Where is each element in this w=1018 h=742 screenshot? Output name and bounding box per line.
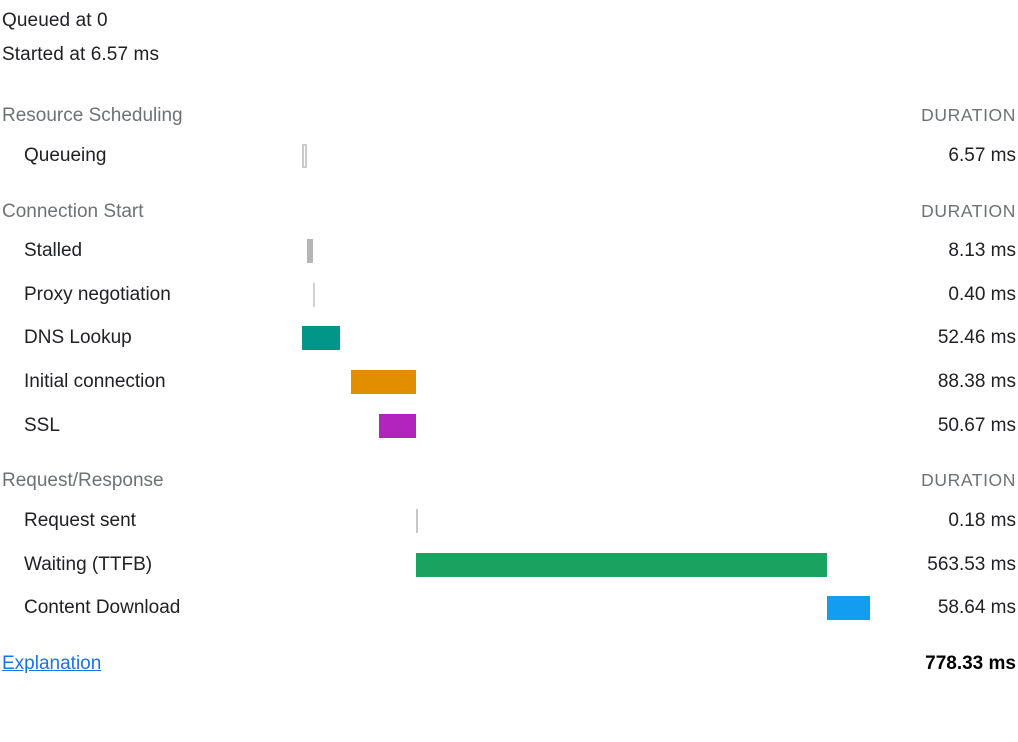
- total-duration: 778.33 ms: [925, 651, 1016, 677]
- phase-bar: [416, 509, 418, 533]
- phase-bar-track: [302, 283, 870, 307]
- phase-duration: 6.57 ms: [870, 143, 1016, 169]
- phase-bar: [302, 144, 307, 168]
- phase-duration: 52.46 ms: [870, 325, 1016, 351]
- phase-bar: [379, 414, 416, 438]
- phase-label: Proxy negotiation: [2, 282, 302, 308]
- row-request-sent: Request sent 0.18 ms: [2, 508, 1016, 534]
- phase-duration: 58.64 ms: [870, 595, 1016, 621]
- phase-bar-track: [302, 144, 870, 168]
- phase-bar: [302, 326, 340, 350]
- phase-duration: 8.13 ms: [870, 238, 1016, 264]
- section-request-response: Request/Response DURATION Request sent 0…: [2, 468, 1016, 621]
- phase-duration: 563.53 ms: [870, 552, 1016, 578]
- phase-bar-track: [302, 596, 870, 620]
- section-title: Resource Scheduling: [2, 103, 183, 129]
- row-initial-connection: Initial connection 88.38 ms: [2, 369, 1016, 395]
- phase-bar: [351, 370, 415, 394]
- timing-footer: Explanation 778.33 ms: [2, 651, 1016, 677]
- phase-bar-track: [302, 509, 870, 533]
- section-header: Request/Response DURATION: [2, 468, 1016, 494]
- explanation-link[interactable]: Explanation: [2, 651, 101, 677]
- phase-bar-track: [302, 414, 870, 438]
- phase-bar: [307, 239, 313, 263]
- phase-label: Queueing: [2, 143, 302, 169]
- duration-header-label: DURATION: [921, 200, 1016, 224]
- section-resource-scheduling: Resource Scheduling DURATION Queueing 6.…: [2, 103, 1016, 168]
- phase-label: Waiting (TTFB): [2, 552, 302, 578]
- timing-panel: Queued at 0 Started at 6.57 ms Resource …: [0, 0, 1018, 677]
- row-queueing: Queueing 6.57 ms: [2, 143, 1016, 169]
- phase-label: DNS Lookup: [2, 325, 302, 351]
- row-dns-lookup: DNS Lookup 52.46 ms: [2, 325, 1016, 351]
- phase-label: Request sent: [2, 508, 302, 534]
- phase-duration: 0.18 ms: [870, 508, 1016, 534]
- phase-label: Stalled: [2, 238, 302, 264]
- section-header: Connection Start DURATION: [2, 199, 1016, 225]
- section-connection-start: Connection Start DURATION Stalled 8.13 m…: [2, 199, 1016, 439]
- phase-bar: [827, 596, 870, 620]
- phase-bar-track: [302, 370, 870, 394]
- section-title: Connection Start: [2, 199, 144, 225]
- row-stalled: Stalled 8.13 ms: [2, 238, 1016, 264]
- duration-header-label: DURATION: [921, 104, 1016, 128]
- phase-duration: 50.67 ms: [870, 413, 1016, 439]
- phase-bar: [313, 283, 315, 307]
- phase-bar-track: [302, 553, 870, 577]
- row-content-download: Content Download 58.64 ms: [2, 595, 1016, 621]
- phase-bar-track: [302, 239, 870, 263]
- row-proxy-negotiation: Proxy negotiation 0.40 ms: [2, 282, 1016, 308]
- queued-at-line: Queued at 0: [2, 8, 1016, 34]
- timing-header: Queued at 0 Started at 6.57 ms: [2, 8, 1016, 67]
- section-header: Resource Scheduling DURATION: [2, 103, 1016, 129]
- row-ssl: SSL 50.67 ms: [2, 413, 1016, 439]
- started-at-line: Started at 6.57 ms: [2, 42, 1016, 68]
- row-waiting-ttfb: Waiting (TTFB) 563.53 ms: [2, 552, 1016, 578]
- phase-duration: 0.40 ms: [870, 282, 1016, 308]
- phase-label: Content Download: [2, 595, 302, 621]
- phase-duration: 88.38 ms: [870, 369, 1016, 395]
- phase-label: Initial connection: [2, 369, 302, 395]
- phase-bar: [416, 553, 827, 577]
- duration-header-label: DURATION: [921, 469, 1016, 493]
- phase-bar-track: [302, 326, 870, 350]
- section-title: Request/Response: [2, 468, 164, 494]
- phase-label: SSL: [2, 413, 302, 439]
